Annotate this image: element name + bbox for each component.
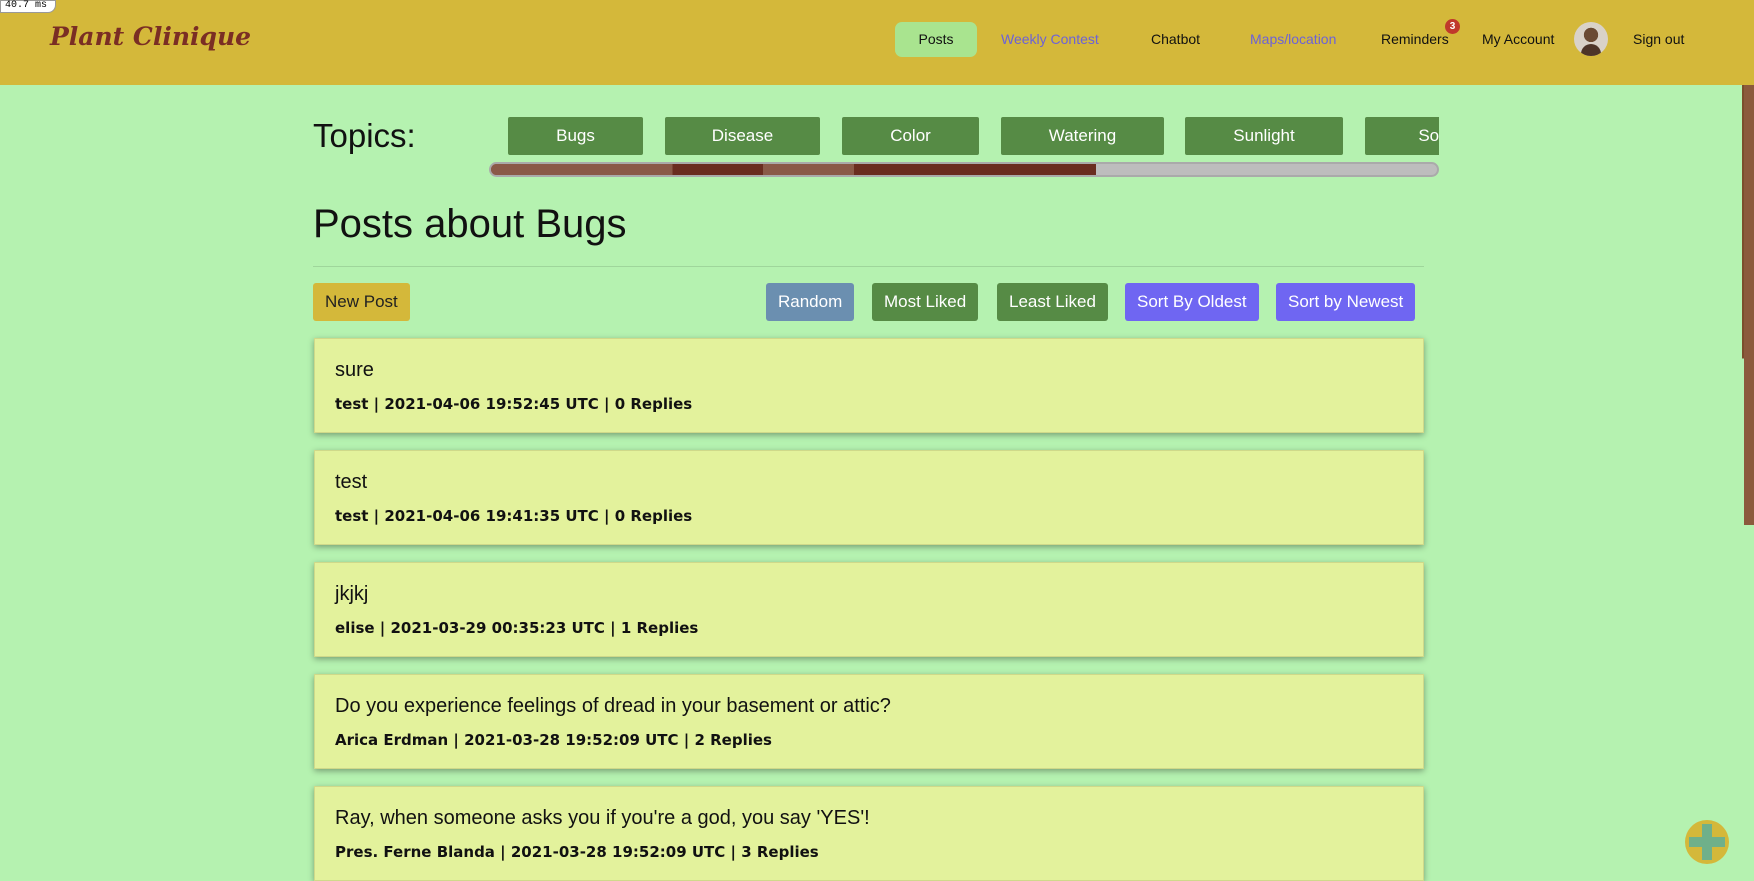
add-post-fab[interactable]: [1685, 820, 1729, 864]
topic-soil[interactable]: Soil: [1365, 117, 1439, 155]
title-divider: [313, 266, 1424, 267]
app-logo[interactable]: Plant Clinique: [50, 22, 251, 51]
nav-chatbot[interactable]: Chatbot: [1151, 22, 1200, 57]
topic-bugs[interactable]: Bugs: [508, 117, 643, 155]
topic-disease[interactable]: Disease: [665, 117, 820, 155]
post-meta: Arica Erdman | 2021-03-28 19:52:09 UTC |…: [335, 731, 772, 749]
plus-icon-vertical: [1702, 824, 1712, 860]
sort-oldest-button[interactable]: Sort By Oldest: [1125, 283, 1259, 321]
nav-posts[interactable]: Posts: [895, 22, 977, 57]
post-title[interactable]: jkjkj: [335, 583, 368, 606]
post-meta: test | 2021-04-06 19:41:35 UTC | 0 Repli…: [335, 507, 693, 525]
post-card[interactable]: test test | 2021-04-06 19:41:35 UTC | 0 …: [314, 450, 1424, 545]
nav-maps-location[interactable]: Maps/location: [1250, 22, 1336, 57]
topics-label: Topics:: [313, 117, 416, 154]
topics-carousel: Bugs Disease Color Watering Sunlight Soi…: [508, 117, 1439, 157]
topics-scrollbar[interactable]: [489, 162, 1439, 177]
topics-scrollbar-thumb[interactable]: [491, 164, 1097, 175]
post-meta: elise | 2021-03-29 00:35:23 UTC | 1 Repl…: [335, 619, 699, 637]
avatar-body-shape: [1581, 44, 1601, 56]
page-scrollbar[interactable]: [1742, 85, 1754, 867]
sort-newest-button[interactable]: Sort by Newest: [1276, 283, 1416, 321]
post-meta: test | 2021-04-06 19:52:45 UTC | 0 Repli…: [335, 395, 693, 413]
topics-scrollbar-pattern: [491, 164, 1097, 175]
topic-sunlight[interactable]: Sunlight: [1185, 117, 1343, 155]
post-title[interactable]: Ray, when someone asks you if you're a g…: [335, 807, 870, 830]
post-card[interactable]: Do you experience feelings of dread in y…: [314, 674, 1424, 769]
reminders-badge: 3: [1445, 19, 1460, 34]
post-meta: Pres. Ferne Blanda | 2021-03-28 19:52:09…: [335, 843, 819, 861]
sort-least-liked-button[interactable]: Least Liked: [997, 283, 1108, 321]
sort-random-button[interactable]: Random: [766, 283, 855, 321]
sort-most-liked-button[interactable]: Most Liked: [872, 283, 979, 321]
nav-reminders[interactable]: Reminders: [1381, 22, 1449, 57]
post-card[interactable]: sure test | 2021-04-06 19:52:45 UTC | 0 …: [314, 338, 1424, 433]
nav-weekly-contest[interactable]: Weekly Contest: [1001, 22, 1099, 57]
post-card[interactable]: jkjkj elise | 2021-03-29 00:35:23 UTC | …: [314, 562, 1424, 657]
post-title[interactable]: Do you experience feelings of dread in y…: [335, 695, 891, 718]
nav-my-account[interactable]: My Account: [1482, 22, 1554, 57]
topic-watering[interactable]: Watering: [1001, 117, 1164, 155]
page-title: Posts about Bugs: [313, 202, 627, 246]
user-avatar[interactable]: [1574, 22, 1608, 56]
nav-sign-out[interactable]: Sign out: [1633, 22, 1684, 57]
debug-timer: 40.7 ms: [0, 0, 57, 13]
post-title[interactable]: test: [335, 471, 367, 494]
scrollbar-thumb[interactable]: [1744, 85, 1754, 525]
post-title[interactable]: sure: [335, 359, 374, 382]
topic-color[interactable]: Color: [842, 117, 979, 155]
new-post-button[interactable]: New Post: [313, 283, 410, 321]
top-navbar: Plant Clinique Posts Weekly Contest Chat…: [0, 0, 1754, 85]
